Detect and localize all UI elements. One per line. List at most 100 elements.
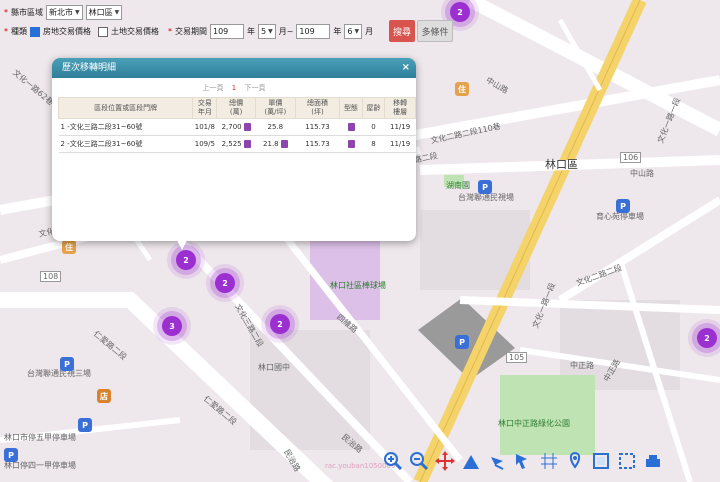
land-checkbox[interactable] (98, 26, 108, 37)
road-shield-108: 108 (40, 271, 62, 282)
frame-icon[interactable] (590, 450, 612, 472)
measure-line-icon[interactable] (486, 450, 508, 472)
road-shield-106: 106 (620, 152, 642, 163)
column-header: 總面積 (坪) (294, 97, 341, 119)
column-header: 型態 (339, 97, 363, 119)
transaction-cluster[interactable]: 2 (215, 273, 235, 293)
zoom-in-icon[interactable] (382, 450, 404, 472)
grid-icon[interactable] (538, 450, 560, 472)
column-header: 區段位置或區段門牌 (57, 97, 194, 119)
address-cell: 1 -文化三路二段31~60號 (58, 118, 193, 136)
road-label-zhongshan-2: 中山路 (630, 169, 654, 178)
note-icon[interactable] (243, 140, 251, 148)
parking-poi-icon[interactable]: P (616, 199, 630, 213)
residence-poi-icon[interactable]: 住 (455, 82, 469, 96)
land-option-label: 土地交易價格 (111, 27, 159, 36)
column-header: 交易 年月 (192, 97, 218, 119)
pan-icon[interactable] (434, 450, 456, 472)
popup-pointer (176, 238, 188, 250)
table-row[interactable]: 2 -文化三路二段31~60號 109/5 2,525 21.8 115.73 … (58, 135, 416, 153)
next-page-link[interactable]: 下一頁 (244, 84, 265, 92)
year-from-input[interactable]: 109 (210, 24, 244, 39)
parking-poi-icon[interactable]: P (478, 180, 492, 194)
date-cell: 101/8 (192, 118, 217, 136)
search-filter-bar: * 縣市區域 新北市 ▼ 林口區 ▼ * 種類 房地交易價格 土地交易價格 * 交易… (0, 0, 460, 44)
popup-header: 歷次移轉明細 × (52, 58, 416, 78)
map-district-label: 林口區 (545, 158, 578, 171)
type-label: 種類 (11, 27, 27, 36)
column-header: 總價 (萬) (216, 97, 256, 119)
search-button[interactable]: 搜尋 (389, 20, 415, 42)
city-select[interactable]: 新北市 ▼ (46, 5, 83, 20)
age-cell: 0 (362, 118, 385, 136)
school-label-linkou: 林口國中 (258, 363, 290, 372)
required-mark: * (168, 27, 172, 36)
month-unit-label: 月 (365, 27, 374, 36)
print-icon[interactable] (642, 450, 664, 472)
column-header: 單價 (萬/坪) (254, 97, 296, 119)
pagination: 上一頁 1 下一頁 (52, 83, 416, 93)
real-estate-checkbox[interactable] (30, 26, 40, 37)
transaction-cluster[interactable]: 2 (176, 250, 196, 270)
note-icon[interactable] (280, 140, 288, 148)
unit-price-cell: 25.8 (255, 118, 296, 136)
measure-area-icon[interactable] (460, 450, 482, 472)
close-icon[interactable]: × (402, 58, 410, 78)
year-to-input[interactable]: 109 (296, 24, 331, 39)
transaction-cluster[interactable]: 2 (697, 328, 717, 348)
area-cell: 115.73 (295, 118, 340, 136)
area-cell: 115.73 (295, 135, 340, 153)
fullscreen-icon[interactable] (616, 450, 638, 472)
road-shield-105: 105 (506, 352, 528, 363)
month-to-select[interactable]: 6 ▼ (344, 24, 363, 39)
type-cell (339, 135, 363, 153)
total-price-cell: 2,700 (216, 118, 256, 136)
address-cell: 2 -文化三路二段31~60號 (58, 135, 193, 153)
real-estate-option-label: 房地交易價格 (43, 27, 91, 36)
parking-label-linkou-1: 林口市停五甲停車場 (4, 433, 76, 442)
multi-condition-button[interactable]: 多條件 (417, 20, 453, 42)
popup-title: 歷次移轉明細 (62, 63, 117, 73)
district-select[interactable]: 林口區 ▼ (85, 5, 123, 20)
prev-page-link[interactable]: 上一頁 (203, 84, 224, 92)
map-toolbar (382, 448, 720, 474)
type-cell (339, 118, 363, 136)
period-label: 交易期間 (175, 27, 207, 36)
select-icon[interactable] (512, 450, 534, 472)
locate-icon[interactable] (564, 450, 586, 472)
shop-poi-icon[interactable]: 店 (97, 389, 111, 403)
building-type-icon (348, 140, 356, 148)
park-label-hunan: 湖南園 (446, 181, 470, 190)
total-price-cell: 2,525 (216, 135, 256, 153)
park-label-zhongzheng: 林口中正路綠化公園 (498, 419, 570, 428)
unit-price-cell: 21.8 (255, 135, 296, 153)
year-unit-label: 年 (333, 27, 342, 36)
transaction-cluster[interactable]: 2 (270, 314, 290, 334)
current-page: 1 (231, 84, 237, 92)
transaction-cluster[interactable]: 3 (162, 316, 182, 336)
chevron-down-icon: ▼ (114, 9, 120, 16)
column-header: 移轉 樓層 (384, 97, 416, 119)
table-header-row: 區段位置或區段門牌 交易 年月 總價 (萬) 單價 (萬/坪) 總面積 (坪) … (57, 97, 416, 119)
parking-label-wenhua: 台灣聯通民視三場 (27, 369, 91, 378)
column-header: 屋齡 (361, 97, 386, 119)
building-type-icon (348, 123, 356, 131)
month-from-select[interactable]: 5 ▼ (258, 24, 276, 39)
parking-poi-icon[interactable]: P (4, 448, 18, 462)
chevron-down-icon: ▼ (75, 9, 80, 16)
chevron-down-icon: ▼ (268, 28, 273, 35)
note-icon[interactable] (243, 123, 251, 131)
floor-cell: 11/19 (384, 118, 416, 136)
parking-poi-icon[interactable]: P (60, 357, 74, 371)
date-cell: 109/5 (192, 135, 217, 153)
parking-poi-icon[interactable]: P (78, 418, 92, 432)
chevron-down-icon: ▼ (354, 28, 360, 35)
residence-poi-icon[interactable]: 住 (62, 240, 76, 254)
required-mark: * (4, 8, 8, 17)
table-row[interactable]: 1 -文化三路二段31~60號 101/8 2,700 25.8 115.73 … (58, 118, 416, 136)
parking-poi-icon[interactable]: P (455, 335, 469, 349)
age-cell: 8 (362, 135, 385, 153)
region-label: 縣市區域 (11, 8, 43, 17)
zoom-out-icon[interactable] (408, 450, 430, 472)
required-mark: * (4, 27, 8, 36)
